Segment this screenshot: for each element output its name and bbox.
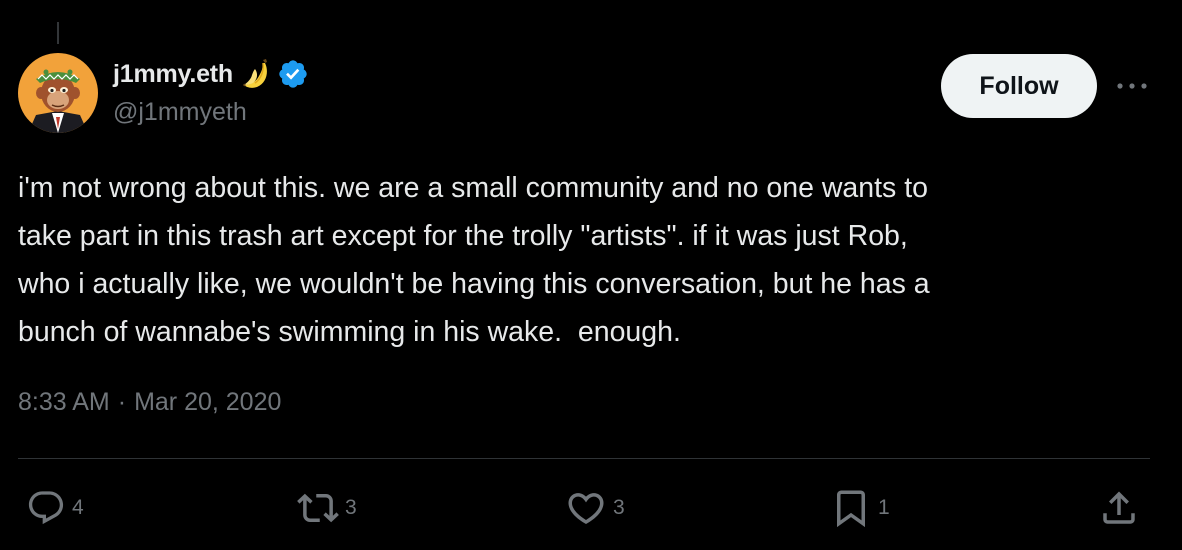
tweet-time[interactable]: 8:33 AM [18,388,110,417]
follow-button[interactable]: Follow [941,54,1097,118]
tweet-text: i'm not wrong about this. we are a small… [18,172,930,348]
more-dots-icon [1117,83,1147,89]
banana-icon [243,59,268,88]
thread-connector-line [57,22,59,44]
repost-button[interactable]: 3 [297,486,357,530]
reply-icon [28,491,64,525]
bookmark-count: 1 [878,496,890,519]
like-count: 3 [613,496,625,519]
repost-icon [297,493,339,523]
share-icon [1103,491,1135,524]
avatar[interactable] [18,53,98,133]
heart-icon [568,493,604,525]
like-button[interactable]: 3 [565,486,625,530]
bookmark-icon [837,490,865,528]
ape-avatar-image [18,53,98,133]
author-display-name[interactable]: j1mmy.eth [113,60,233,89]
author-handle[interactable]: @j1mmyeth [113,98,247,127]
verified-badge-icon[interactable] [277,58,309,90]
reply-button[interactable]: 4 [26,486,84,530]
tweet-timestamp[interactable]: 8:33 AM · Mar 20, 2020 [18,388,281,417]
reply-count: 4 [72,496,84,519]
more-options-button[interactable] [1112,70,1152,102]
timestamp-separator: · [117,388,127,416]
repost-count: 3 [345,496,357,519]
share-button[interactable] [1098,486,1140,530]
bookmark-button[interactable]: 1 [830,486,890,530]
tweet-date[interactable]: Mar 20, 2020 [134,388,281,417]
divider [18,458,1150,459]
author-name-row[interactable]: j1mmy.eth [113,56,309,92]
